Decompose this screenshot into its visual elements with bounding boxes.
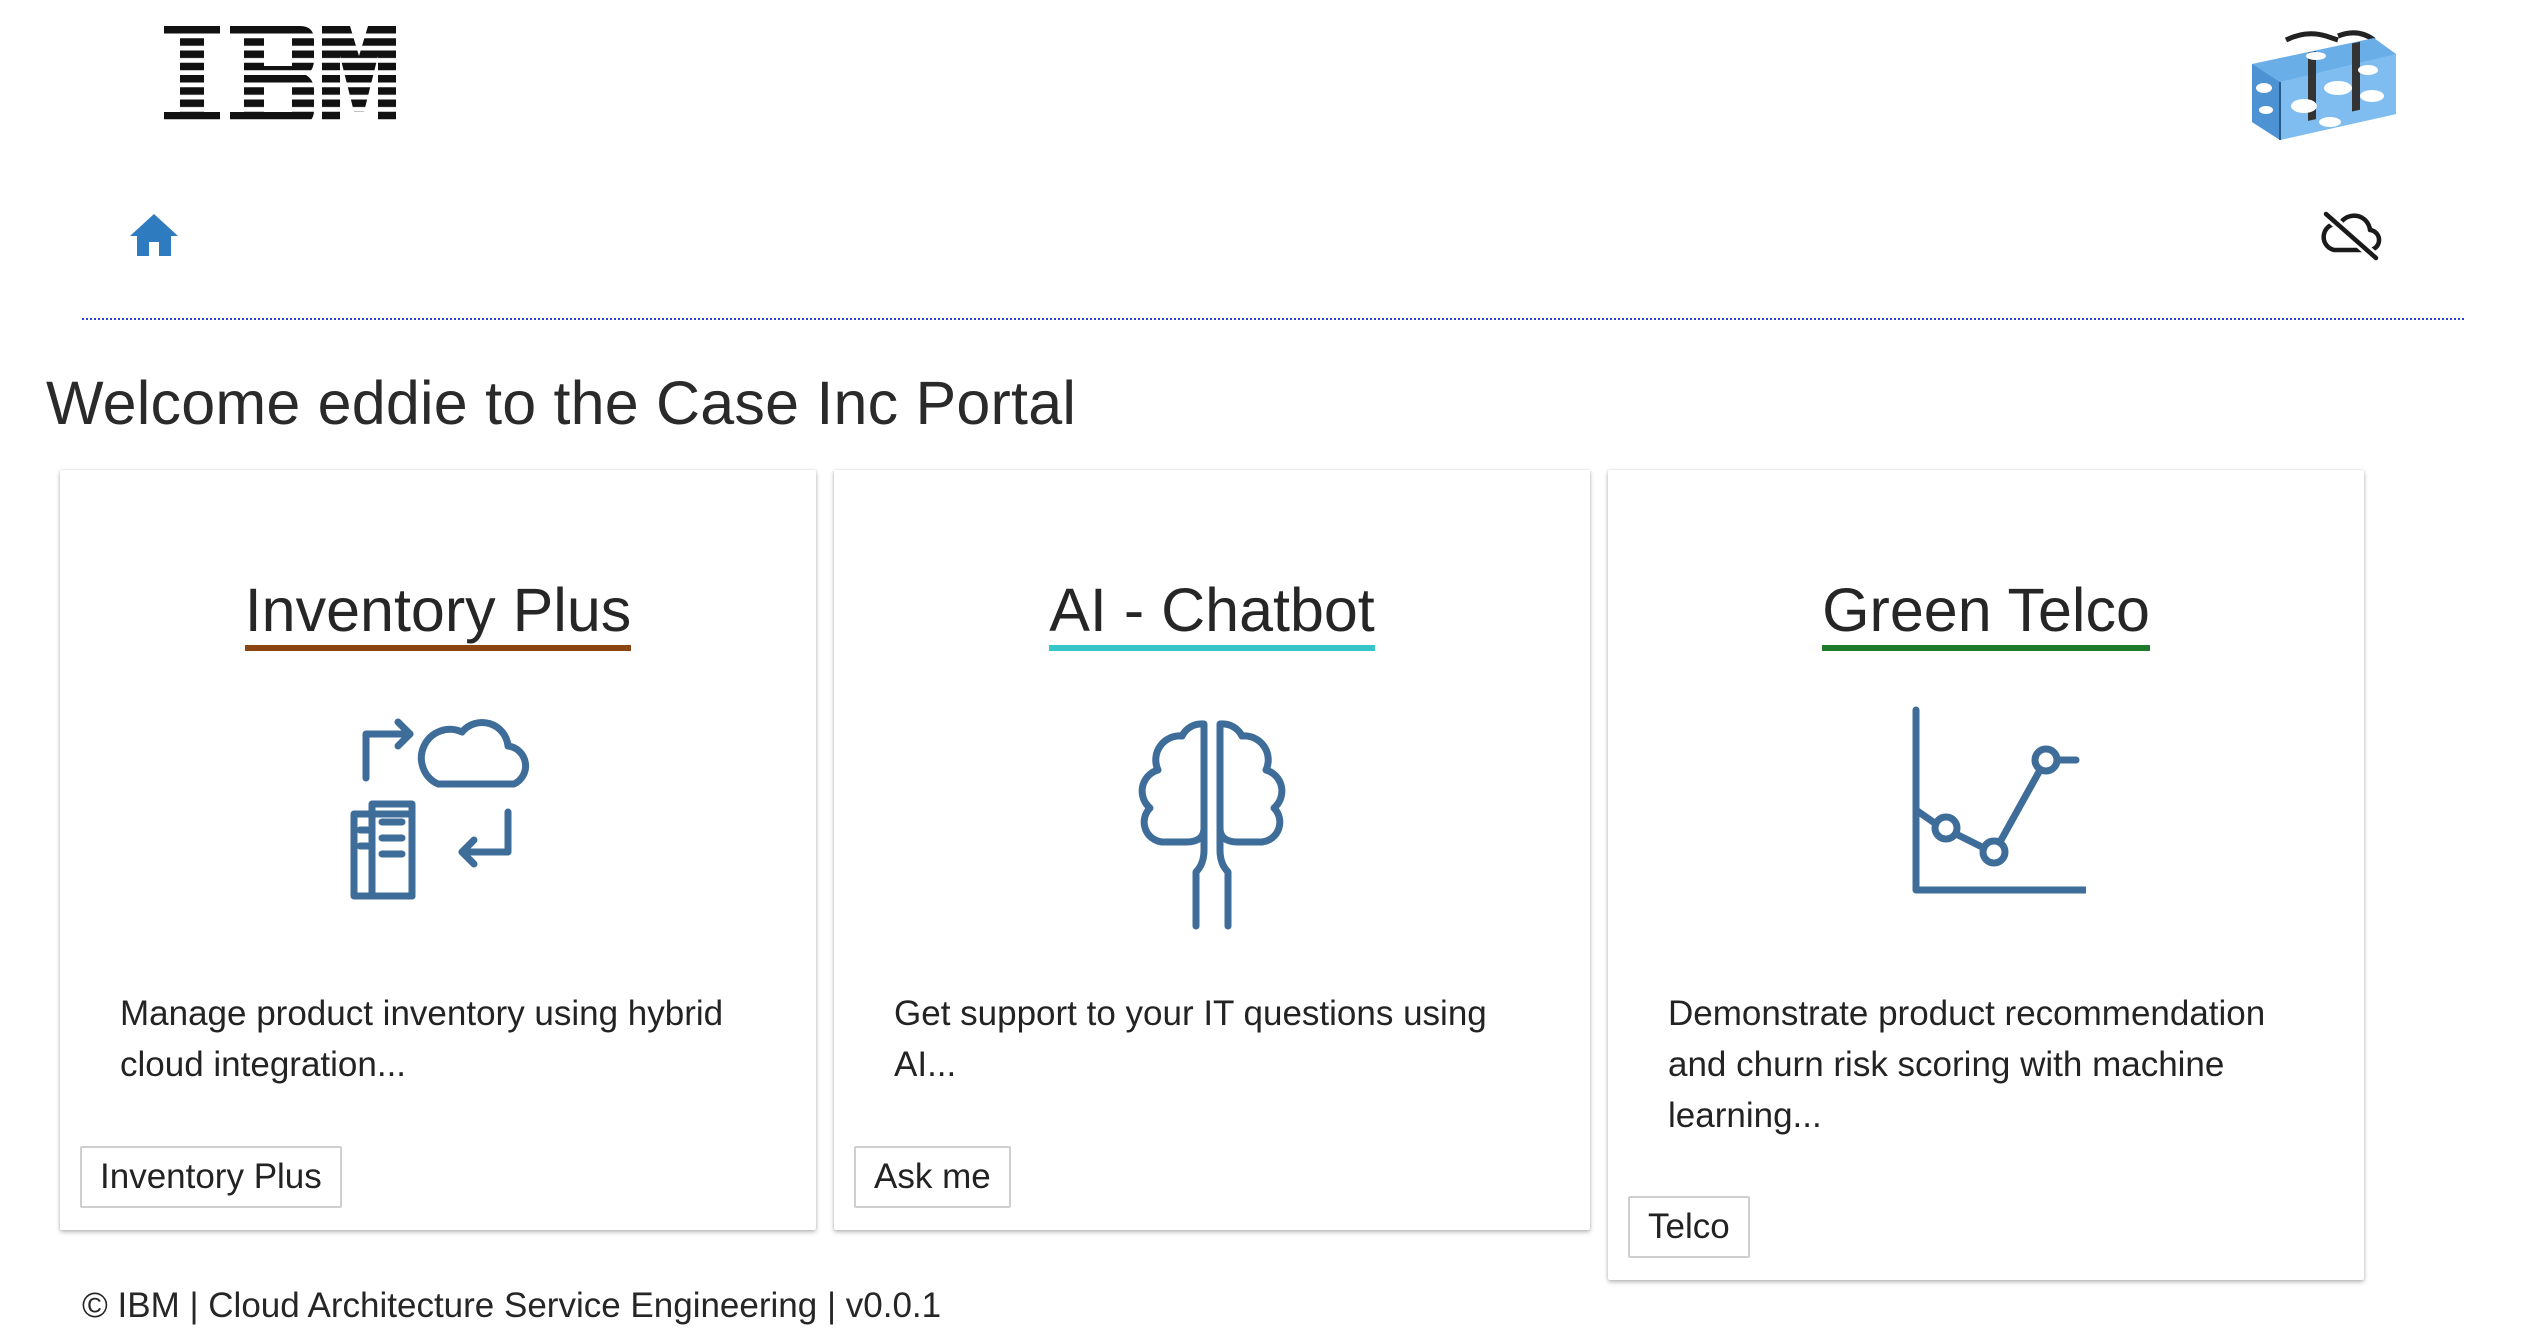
portal-page: Welcome eddie to the Case Inc Portal Inv… bbox=[0, 0, 2528, 1336]
card-ai-chatbot: AI - Chatbot Get support to your IT ques… bbox=[834, 470, 1590, 1230]
username: eddie bbox=[317, 369, 468, 437]
home-button[interactable] bbox=[126, 206, 182, 262]
suitcase-image bbox=[2252, 30, 2396, 140]
ibm-logo bbox=[164, 26, 396, 124]
brain-tree-icon bbox=[1138, 720, 1286, 930]
line-chart-icon bbox=[1912, 706, 2086, 894]
ask-me-button[interactable]: Ask me bbox=[854, 1146, 1011, 1208]
home-icon bbox=[130, 214, 178, 256]
telco-button[interactable]: Telco bbox=[1628, 1196, 1750, 1258]
hybrid-cloud-integration-icon bbox=[350, 718, 530, 900]
card-description: Demonstrate product recommendation and c… bbox=[1668, 994, 2266, 1135]
header-divider bbox=[82, 318, 2464, 320]
welcome-heading: Welcome eddie to the Case Inc Portal bbox=[46, 369, 1077, 437]
card-title-link[interactable]: Green Telco bbox=[1822, 580, 2150, 651]
card-inventory-plus: Inventory Plus Manage product inventory … bbox=[60, 470, 816, 1230]
card-description: Get support to your IT questions using A… bbox=[894, 994, 1487, 1084]
footer-text: © IBM | Cloud Architecture Service Engin… bbox=[82, 1286, 942, 1325]
card-title-link[interactable]: Inventory Plus bbox=[244, 580, 632, 651]
card-green-telco: Green Telco Demonstrate product recommen… bbox=[1608, 470, 2364, 1280]
cloud-status-button[interactable] bbox=[2318, 206, 2384, 262]
cloud-offline-icon bbox=[2321, 210, 2382, 262]
card-description: Manage product inventory using hybrid cl… bbox=[120, 994, 724, 1084]
card-title-link[interactable]: AI - Chatbot bbox=[1049, 580, 1375, 651]
inventory-plus-button[interactable]: Inventory Plus bbox=[80, 1146, 342, 1208]
